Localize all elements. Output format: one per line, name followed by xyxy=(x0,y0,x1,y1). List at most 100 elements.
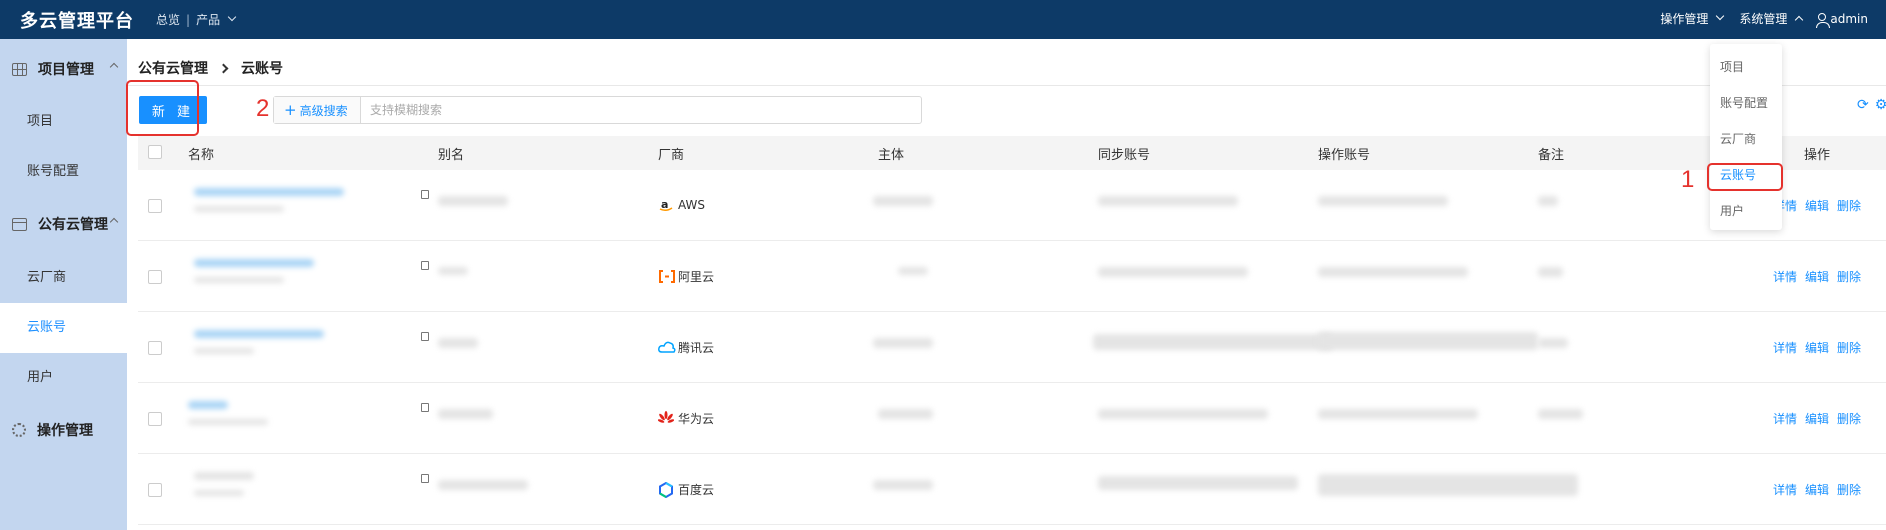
redacted-id xyxy=(194,490,244,496)
redacted-subject xyxy=(878,409,933,419)
redacted-subject xyxy=(898,267,928,275)
refresh-icon[interactable]: ⟳ xyxy=(1857,97,1869,113)
sidebar-item-user[interactable]: 用户 xyxy=(0,353,127,403)
edit-link[interactable]: 编辑 xyxy=(1805,341,1829,355)
detail-link[interactable]: 详情 xyxy=(1773,412,1797,426)
row-checkbox[interactable] xyxy=(148,483,162,497)
column-header-actions: 操作 xyxy=(1804,148,1831,163)
search-input[interactable] xyxy=(370,99,910,121)
copy-icon[interactable] xyxy=(418,190,429,204)
vendor-cell: 华为云 xyxy=(657,410,714,427)
delete-link[interactable]: 删除 xyxy=(1837,199,1861,213)
copy-icon[interactable] xyxy=(418,261,429,275)
table-row: 阿里云 详情 编辑 删除 xyxy=(138,241,1886,312)
redacted-sync-account xyxy=(1098,476,1298,490)
app-title: 多云管理平台 xyxy=(20,11,134,32)
aws-logo-icon: a xyxy=(658,197,673,212)
baidu-cloud-logo-icon xyxy=(658,481,673,499)
breadcrumb-current: 云账号 xyxy=(241,61,283,77)
redacted-subject xyxy=(873,196,933,206)
table-header: 名称 别名 厂商 主体 同步账号 操作账号 备注 操作 xyxy=(138,136,1886,170)
edit-link[interactable]: 编辑 xyxy=(1805,199,1829,213)
nav-overview[interactable]: 总览 xyxy=(156,11,180,28)
row-checkbox[interactable] xyxy=(148,199,162,213)
redacted-alias xyxy=(438,338,478,348)
copy-icon[interactable] xyxy=(418,403,429,417)
dropdown-item-account-config[interactable]: 账号配置 xyxy=(1720,94,1768,111)
settings-icon[interactable]: ⚙ xyxy=(1875,97,1886,113)
redacted-remark xyxy=(1538,267,1563,277)
toolbar-icons: ⟳ ⚙ xyxy=(1857,97,1886,113)
table-row: 腾讯云 详情 编辑 删除 xyxy=(138,312,1886,383)
dropdown-item-project[interactable]: 项目 xyxy=(1720,58,1744,75)
vendor-cell: 腾讯云 xyxy=(658,339,714,356)
delete-link[interactable]: 删除 xyxy=(1837,483,1861,497)
advanced-search-button[interactable]: + 高级搜索 xyxy=(274,97,361,123)
row-checkbox[interactable] xyxy=(148,412,162,426)
table-row: 百度云 详情 编辑 删除 xyxy=(138,454,1886,525)
redacted-name xyxy=(194,330,324,338)
sidebar-item-account-config[interactable]: 账号配置 xyxy=(0,147,127,197)
redacted-subject xyxy=(873,338,933,348)
vendor-name: 百度云 xyxy=(678,483,715,497)
delete-link[interactable]: 删除 xyxy=(1837,412,1861,426)
row-checkbox[interactable] xyxy=(148,270,162,284)
row-actions: 详情 编辑 删除 xyxy=(1773,268,1869,285)
ops-menu-label: 操作管理 xyxy=(1660,12,1709,26)
chevron-up-icon xyxy=(109,217,119,227)
breadcrumb-parent[interactable]: 公有云管理 xyxy=(138,58,208,78)
sidebar-group-label: 公有云管理 xyxy=(38,217,108,233)
edit-link[interactable]: 编辑 xyxy=(1805,270,1829,284)
redacted-remark xyxy=(1538,409,1583,419)
vendor-cell: 百度云 xyxy=(658,481,715,499)
huawei-logo-icon xyxy=(657,411,675,426)
dropdown-item-user[interactable]: 用户 xyxy=(1720,202,1744,219)
tencent-cloud-logo-icon xyxy=(658,340,676,355)
sidebar-item-cloud-account[interactable]: 云账号 xyxy=(0,303,127,353)
redacted-id xyxy=(194,348,254,354)
redacted-alias xyxy=(438,480,528,490)
vendor-name: AWS xyxy=(678,197,706,212)
system-menu[interactable]: 系统管理 xyxy=(1739,10,1804,27)
sidebar-item-cloud-vendor[interactable]: 云厂商 xyxy=(0,253,127,303)
edit-link[interactable]: 编辑 xyxy=(1805,483,1829,497)
column-header-operation-account: 操作账号 xyxy=(1318,148,1371,163)
chevron-down-icon xyxy=(1716,11,1725,20)
copy-icon[interactable] xyxy=(418,332,429,346)
sidebar-item-project[interactable]: 项目 xyxy=(0,97,127,147)
annotation-box-cloud-account xyxy=(1707,163,1783,191)
annotation-box-new xyxy=(126,80,199,136)
copy-icon[interactable] xyxy=(418,474,429,488)
detail-link[interactable]: 详情 xyxy=(1773,341,1797,355)
nav-products[interactable]: 产品 xyxy=(196,11,220,28)
redacted-subject xyxy=(873,480,933,490)
row-actions: 详情 编辑 删除 xyxy=(1773,410,1869,427)
redacted-name xyxy=(194,472,254,480)
aliyun-logo-icon xyxy=(658,269,675,284)
top-right-menus: 操作管理 系统管理 admin xyxy=(1660,10,1868,28)
ops-menu[interactable]: 操作管理 xyxy=(1660,10,1725,27)
detail-link[interactable]: 详情 xyxy=(1773,270,1797,284)
redacted-name xyxy=(194,259,314,267)
gear-icon xyxy=(12,423,26,437)
user-menu[interactable]: admin xyxy=(1816,12,1868,28)
redacted-sync-account xyxy=(1098,196,1238,206)
redacted-remark xyxy=(1538,196,1558,206)
divider xyxy=(127,85,1886,86)
svg-text:a: a xyxy=(661,198,668,211)
sidebar-group-operations[interactable]: 操作管理 xyxy=(0,405,127,455)
row-checkbox[interactable] xyxy=(148,341,162,355)
select-all-checkbox[interactable] xyxy=(148,145,162,159)
nav-separator: | xyxy=(186,12,191,27)
delete-link[interactable]: 删除 xyxy=(1837,341,1861,355)
sidebar-group-project[interactable]: 项目管理 xyxy=(0,44,127,94)
redacted-operation-account xyxy=(1318,267,1468,277)
edit-link[interactable]: 编辑 xyxy=(1805,412,1829,426)
dropdown-item-cloud-vendor[interactable]: 云厂商 xyxy=(1720,130,1756,147)
redacted-operation-account xyxy=(1318,332,1538,350)
delete-link[interactable]: 删除 xyxy=(1837,270,1861,284)
detail-link[interactable]: 详情 xyxy=(1773,483,1797,497)
chevron-up-icon xyxy=(1795,15,1804,24)
sidebar-group-public-cloud[interactable]: 公有云管理 xyxy=(0,199,127,249)
vendor-name: 腾讯云 xyxy=(678,341,715,355)
